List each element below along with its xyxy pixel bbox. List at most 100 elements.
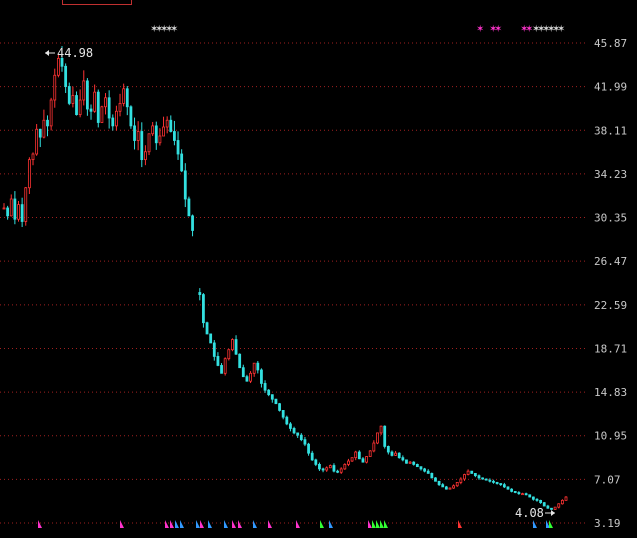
candle-body [212,342,216,357]
y-tick-label: 22.59 [594,299,627,312]
candle-body [318,464,321,470]
bottom-marker-flag [253,520,257,528]
bottom-marker-flag [165,520,169,528]
bottom-marker-flag [170,520,174,528]
candle-body [252,362,256,374]
bottom-marker-flag [200,520,204,528]
candle-body [325,467,329,471]
candle-body [42,119,46,138]
y-tick-label: 45.87 [594,37,627,50]
candle-body [524,493,528,496]
candle-body [307,443,310,454]
bottom-marker-flag [533,520,537,528]
candle-body [220,365,223,374]
candle-body [339,468,343,473]
low-arrow-head [551,509,555,516]
candle-body [173,131,176,141]
bottom-marker-flag [180,520,184,528]
y-tick-label: 38.11 [594,124,627,137]
candle-body [147,133,151,153]
candle-body [165,119,169,128]
candle-body [35,128,39,155]
y-tick-label: 10.95 [594,430,627,443]
bottom-signal-markers [38,520,553,528]
candle-series [2,46,568,510]
candle-body [115,110,118,127]
candle-body [473,473,477,477]
candle-body [459,478,463,483]
candle-body [430,473,434,479]
candle-body [303,439,307,445]
candle-body [162,126,165,137]
top-signal-markers: ✶✶✶✶✶ ✶ ✶✶ ✶✶✶✶✶✶✶✶ [150,24,565,35]
candle-body [67,86,71,104]
candle-body [278,403,281,411]
candle-body [368,450,372,457]
y-tick-label: 26.47 [594,255,627,268]
candle-body [564,496,568,501]
candle-body [151,125,155,135]
candle-body [140,131,144,161]
candle-body [394,452,397,456]
candle-body [249,372,252,382]
candle-body [455,482,459,487]
top-marker-star: ✶ [494,24,502,35]
bottom-marker-flag [329,520,333,528]
candle-body [31,153,35,161]
candle-body [6,207,10,217]
candle-body [492,480,495,483]
candle-body [38,128,42,138]
candle-body [180,153,184,172]
candle-body [64,65,68,87]
candle-body [481,477,485,480]
candle-body [238,353,242,369]
candle-body [24,187,28,222]
candle-body [223,358,227,374]
candle-body [46,119,49,127]
candle-body [350,457,354,462]
candle-body [216,356,220,366]
candle-body [263,383,267,391]
high-price-label: 44.98 [57,46,93,60]
bottom-marker-flag [232,520,236,528]
candle-body [415,464,419,468]
candle-body [245,376,249,382]
candle-body [495,482,499,484]
bottom-marker-flag [208,520,212,528]
candle-body [321,468,325,471]
candle-body [169,119,173,132]
candle-body [397,452,401,459]
candle-body [517,492,521,495]
candle-body [372,442,376,452]
candle-body [528,494,532,498]
candle-body [75,95,78,116]
candle-body [405,459,408,464]
candle-body [426,470,430,474]
candle-body [499,483,503,486]
top-marker-star: ✶ [557,24,565,35]
candle-body [557,503,561,508]
y-tick-label: 3.19 [594,517,621,530]
bottom-marker-flag [384,520,388,528]
candle-body [20,204,24,222]
candle-body [53,74,57,101]
candle-body [260,369,263,384]
candle-body [299,434,303,441]
bottom-marker-flag [376,520,380,528]
candle-body [448,487,452,490]
candle-body [441,484,445,488]
candle-body [96,91,100,123]
bottom-marker-flag [268,520,272,528]
candle-body [553,506,557,510]
candle-body [535,498,539,501]
candle-body [550,507,553,510]
candle-body [256,362,260,371]
price-annotations: 44.98 4.08 [45,46,555,520]
candle-body [158,135,162,144]
candle-body [176,140,180,155]
candle-body [484,478,488,481]
y-tick-label: 30.35 [594,212,627,225]
candle-body [183,170,187,200]
candle-body [107,97,111,119]
bottom-marker-flag [549,520,553,528]
